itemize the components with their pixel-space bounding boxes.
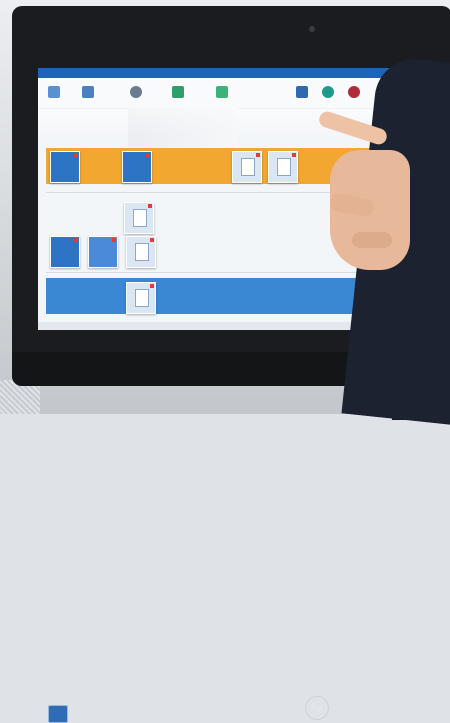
toolbar-icon[interactable] bbox=[130, 86, 142, 98]
app-tile[interactable] bbox=[88, 236, 118, 268]
toolbar-icon[interactable] bbox=[296, 86, 308, 98]
document-tile[interactable] bbox=[126, 282, 156, 314]
document-tile[interactable] bbox=[232, 151, 262, 183]
document-tile[interactable] bbox=[126, 236, 156, 268]
app-title-bar bbox=[38, 68, 430, 78]
app-tile[interactable] bbox=[50, 236, 80, 268]
toolbar-icon[interactable] bbox=[48, 86, 60, 98]
app-toolbar bbox=[38, 78, 430, 109]
webcam-icon bbox=[309, 26, 315, 32]
toolbar-icon[interactable] bbox=[322, 86, 334, 98]
document-tile[interactable] bbox=[124, 202, 154, 234]
toolbar-icon[interactable] bbox=[348, 86, 360, 98]
toolbar-icon[interactable] bbox=[82, 86, 94, 98]
sticker-icon bbox=[48, 705, 68, 723]
app-tile[interactable] bbox=[50, 151, 80, 183]
document-tile[interactable] bbox=[268, 151, 298, 183]
brand-logo: hp bbox=[305, 696, 329, 720]
workflow-band-blue bbox=[46, 278, 382, 314]
row-divider bbox=[46, 272, 382, 273]
toolbar-icon[interactable] bbox=[172, 86, 184, 98]
app-tile[interactable] bbox=[122, 151, 152, 183]
toolbar-icon[interactable] bbox=[216, 86, 228, 98]
person-knuckle bbox=[352, 232, 392, 248]
